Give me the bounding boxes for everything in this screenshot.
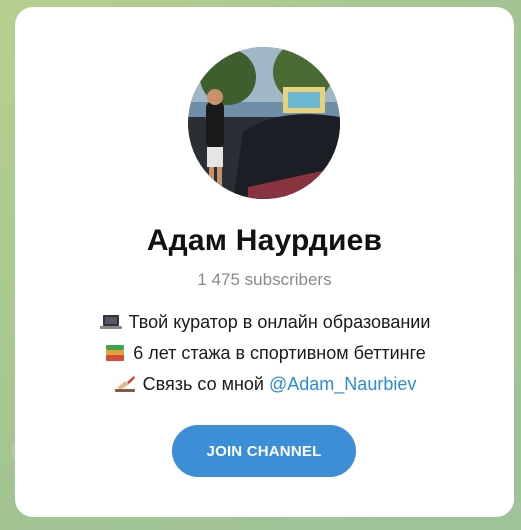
channel-name: Адам Наурдиев xyxy=(146,224,383,257)
channel-description: Твой куратор в онлайн образовании 6 лет … xyxy=(15,307,514,400)
channel-card: Адам Наурдиев 1 475 subscribers Твой кур… xyxy=(15,7,514,517)
contact-username-link[interactable]: @Adam_Naurbiev xyxy=(269,374,416,394)
books-icon xyxy=(103,341,127,361)
description-text: Твой куратор в онлайн образовании xyxy=(128,312,431,332)
writing-hand-icon xyxy=(113,372,137,392)
description-text: Связь со мной xyxy=(142,374,269,394)
description-text: 6 лет стажа в спортивном беттинге xyxy=(133,343,426,363)
description-line: Связь со мной @Adam_Naurbiev xyxy=(15,369,514,400)
laptop-icon xyxy=(99,310,123,329)
description-line: Твой куратор в онлайн образовании xyxy=(15,307,514,338)
channel-avatar[interactable] xyxy=(188,47,340,199)
join-channel-button[interactable]: JOIN CHANNEL xyxy=(172,425,356,477)
description-line: 6 лет стажа в спортивном беттинге xyxy=(15,338,514,369)
subscriber-count: 1 475 subscribers xyxy=(197,270,332,289)
